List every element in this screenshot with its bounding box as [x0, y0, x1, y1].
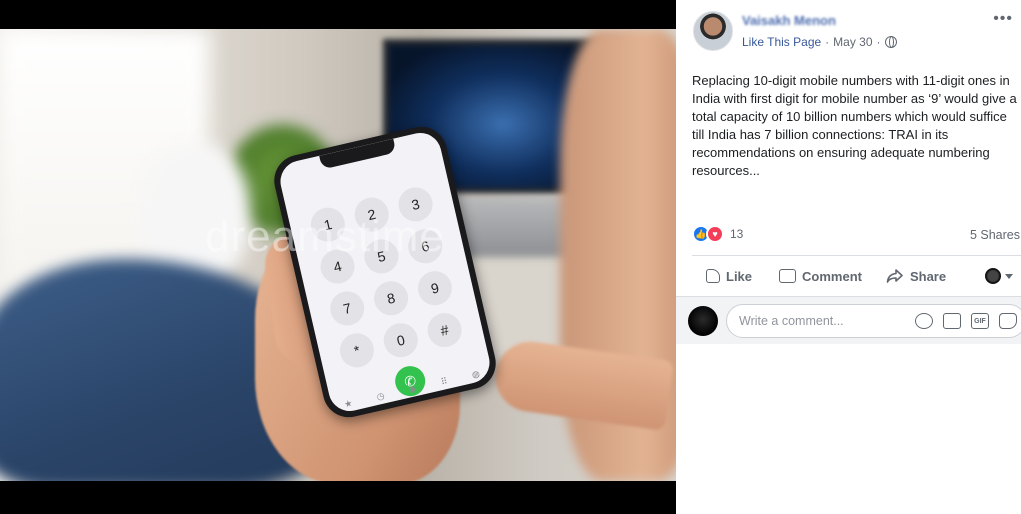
dial-key: 9 — [414, 267, 456, 309]
dial-key: 7 — [326, 288, 368, 329]
comment-tools: GIF — [915, 313, 1017, 329]
globe-icon[interactable] — [884, 36, 897, 48]
comment-input[interactable] — [739, 305, 909, 337]
comment-bubble-icon — [779, 269, 797, 283]
like-button[interactable]: Like — [706, 269, 752, 284]
poster-avatar[interactable] — [693, 11, 733, 51]
gif-icon[interactable]: GIF — [971, 313, 989, 329]
meta-separator: · — [825, 35, 830, 49]
share-button[interactable]: Share — [886, 268, 946, 284]
keypad-icon: ⠿ — [439, 375, 449, 387]
comment-button[interactable]: Comment — [779, 269, 862, 284]
comment-label: Comment — [802, 268, 862, 284]
reactions-summary[interactable]: 👍 ♥ 13 — [692, 225, 743, 243]
post-text: Replacing 10-digit mobile numbers with 1… — [692, 73, 1017, 178]
like-label: Like — [726, 268, 753, 284]
post-photo[interactable]: 1 2 3 4 5 6 7 8 9 * 0 # ✆ ★ ◷ ◉ ⠿ ◍ drea… — [0, 0, 676, 514]
comment-composer: GIF — [676, 296, 1021, 344]
voicemail-icon: ◍ — [470, 367, 481, 380]
love-reaction-icon: ♥ — [706, 225, 724, 243]
camera-icon[interactable] — [943, 313, 961, 329]
watermark: dreamstime — [205, 212, 445, 261]
dial-key: 0 — [380, 319, 422, 361]
post-meta: Like This Page · May 30 · — [742, 35, 897, 49]
divider — [692, 255, 1021, 256]
like-page-link[interactable]: Like This Page — [742, 35, 821, 49]
chevron-down-icon — [1005, 273, 1013, 279]
dial-key: * — [336, 329, 378, 371]
reaction-count: 13 — [730, 227, 744, 241]
shares-count[interactable]: 5 Shares — [970, 228, 1020, 242]
emoji-icon[interactable] — [915, 313, 933, 329]
recents-icon: ◷ — [375, 389, 386, 402]
post-date[interactable]: May 30 — [833, 35, 872, 49]
audience-selector[interactable] — [985, 268, 1013, 284]
dial-key: 8 — [370, 277, 412, 319]
favorites-icon: ★ — [343, 397, 354, 409]
commenter-avatar — [688, 306, 718, 336]
contacts-icon: ◉ — [407, 382, 418, 395]
dial-key: # — [424, 309, 465, 351]
poster-name[interactable]: Vaisakh Menon — [742, 13, 836, 28]
audience-avatar — [985, 268, 1001, 284]
share-label: Share — [909, 268, 947, 284]
post-panel: Vaisakh Menon Like This Page · May 30 · … — [676, 0, 1021, 514]
action-bar: Like Comment Share — [692, 258, 1021, 294]
sticker-icon[interactable] — [999, 313, 1017, 329]
comment-box[interactable]: GIF — [726, 304, 1021, 338]
share-arrow-icon — [886, 269, 903, 283]
meta-separator: · — [876, 35, 881, 49]
more-options-icon[interactable]: ••• — [993, 10, 1013, 28]
thumbs-up-icon — [706, 269, 720, 283]
